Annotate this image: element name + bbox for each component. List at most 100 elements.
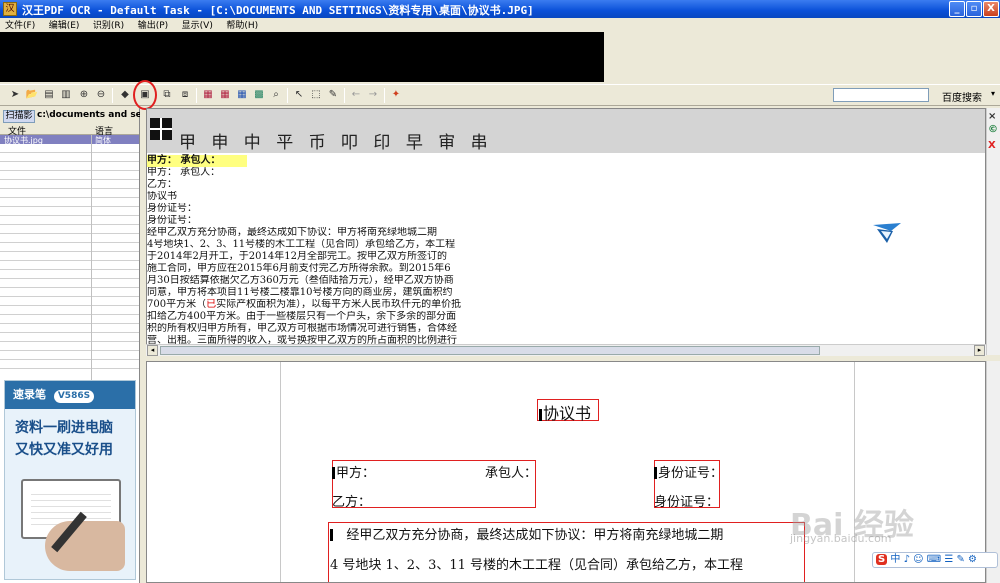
- grid-icon[interactable]: ▦: [235, 88, 249, 102]
- scroll-left-icon[interactable]: ◂: [147, 345, 158, 356]
- pen-icon[interactable]: ✎: [326, 88, 340, 102]
- column-divider: [91, 135, 92, 380]
- image-line: 甲方： 承包人：: [147, 167, 221, 178]
- doc-party-a: 甲方：: [332, 462, 375, 481]
- paste-icon[interactable]: ⧈: [178, 88, 192, 102]
- black-banner: [0, 32, 604, 82]
- table-row[interactable]: 协议书.jpg 简体: [0, 135, 139, 145]
- zoom-select-icon[interactable]: ⌕: [269, 88, 283, 102]
- bird-logo-icon: [873, 223, 901, 243]
- highlighted-line: 甲方： 承包人：: [147, 155, 247, 167]
- minimize-button[interactable]: _: [949, 1, 965, 17]
- highlight-circle: [133, 80, 157, 110]
- image-text: 甲方： 承包人： 甲方： 承包人： 乙方： 协议书 身份证号： 身份证号： 经甲…: [147, 155, 507, 347]
- side-red-x-icon[interactable]: X: [988, 140, 996, 151]
- red-character: 已: [206, 299, 217, 310]
- image-line: 4号地块1、2、3、11号楼的木工工程（见合同）承包给乙方，本工程: [147, 239, 456, 250]
- toolbar-separator: [344, 88, 345, 103]
- toolbar-separator: [287, 88, 288, 103]
- menu-file[interactable]: 文件(F): [0, 19, 40, 33]
- image-line: 扣给乙方400平方米。由于一些楼层只有一个户头，余下多余的部分面: [147, 311, 457, 322]
- restore-button[interactable]: ▫: [966, 1, 982, 17]
- zoom-in-icon[interactable]: ⊕: [77, 88, 91, 102]
- close-button[interactable]: X: [983, 1, 999, 17]
- ad-model: V586S: [53, 390, 95, 403]
- title-bar: 汉 汉王PDF OCR - Default Task - [C:\DOCUMEN…: [0, 0, 1000, 18]
- toolbar-separator: [112, 88, 113, 103]
- image-view[interactable]: 甲 申 中 平 币 叩 印 早 审 串 甲方： 承包人： 甲方： 承包人： 乙方…: [146, 108, 986, 355]
- file-list-header: 文件 语言: [0, 124, 139, 137]
- image-line: 协议书: [147, 191, 177, 202]
- doc-title: 协议书: [539, 400, 591, 424]
- image-line: 经甲乙双方充分协商，最终达成如下协议：甲方将南充绿地城二期: [147, 227, 437, 238]
- menu-bar: 文件(F) 编辑(E) 识别(R) 输出(P) 显示(V) 帮助(H): [0, 18, 1000, 32]
- back-arrow-icon[interactable]: ←: [349, 88, 363, 102]
- search-input[interactable]: [833, 88, 929, 102]
- menu-edit[interactable]: 编辑(E): [44, 19, 85, 33]
- ime-toolbar[interactable]: S 中 ♪ ☺ ⌨ ☰ ✎ ⚙: [872, 552, 998, 568]
- scrollbar-thumb[interactable]: [160, 346, 820, 355]
- file-panel-tabs: 扫描影 c:\documents and setti: [0, 108, 140, 124]
- document-view[interactable]: 协议书 甲方： 承包人： 乙方： 身份证号： 身份证号： 经甲乙双方充分协商，最…: [146, 361, 986, 583]
- menu-recognize[interactable]: 识别(R): [88, 19, 129, 33]
- image-horizontal-scrollbar[interactable]: ◂ ▸: [146, 344, 986, 356]
- search-label[interactable]: 百度搜索: [942, 89, 982, 104]
- menu-view[interactable]: 显示(V): [177, 19, 218, 33]
- doc-id-1: 身份证号：: [654, 462, 723, 481]
- scan-icon[interactable]: ➤: [8, 88, 22, 102]
- baidu-watermark-url: jingyan.baidu.com: [790, 532, 892, 545]
- page-next-icon[interactable]: ▥: [59, 88, 73, 102]
- toolbar-separator: [384, 88, 385, 103]
- grid-logo-icon: [150, 118, 172, 140]
- image-line: 积的所有权归甲方所有，甲乙双方可根据市场情况可进行销售，合体经: [147, 323, 457, 334]
- forward-arrow-icon[interactable]: →: [366, 88, 380, 102]
- file-list-grid: [0, 144, 139, 376]
- window-title: 汉王PDF OCR - Default Task - [C:\DOCUMENTS…: [22, 4, 534, 17]
- menu-output[interactable]: 输出(P): [133, 19, 173, 33]
- ime-icons[interactable]: 中 ♪ ☺ ⌨ ☰ ✎ ⚙: [890, 554, 977, 565]
- select-region-icon[interactable]: ⬚: [309, 88, 323, 102]
- search-dropdown-icon[interactable]: ▾: [991, 89, 995, 98]
- picture-icon[interactable]: ▩: [252, 88, 266, 102]
- page-margin-left: [280, 362, 281, 582]
- image-line: 月30日按结算依据欠乙方360万元（叁佰陆拾万元），经甲乙双方协商: [147, 275, 454, 286]
- side-green-icon[interactable]: ©: [988, 124, 998, 135]
- page-prev-icon[interactable]: ▤: [42, 88, 56, 102]
- sogou-icon[interactable]: S: [876, 554, 888, 565]
- side-close-icon[interactable]: ×: [988, 111, 996, 122]
- ad-slogan-2: 又快又准又好用: [15, 442, 113, 458]
- zoom-out-icon[interactable]: ⊖: [94, 88, 108, 102]
- doc-id-2: 身份证号：: [654, 495, 720, 510]
- layout-icon[interactable]: ▦: [201, 88, 215, 102]
- pointer-icon[interactable]: ↖: [292, 88, 306, 102]
- eraser-icon[interactable]: ◆: [118, 88, 132, 102]
- file-name: 协议书.jpg: [4, 136, 43, 145]
- tab-scan[interactable]: 扫描影: [3, 110, 35, 123]
- doc-party-b: 乙方：: [332, 495, 372, 510]
- copy-icon[interactable]: ⧉: [160, 88, 174, 102]
- app-icon: 汉: [3, 2, 17, 16]
- image-line: 施工合同，甲方应在2015年6月前支付完乙方所得余款。到2015年6: [147, 263, 451, 274]
- folder-path: c:\documents and setti: [37, 110, 140, 120]
- image-line: 身份证号：: [147, 215, 197, 226]
- image-line: 于2014年2月开工，于2014年12月全部完工。按甲乙双方所签订的: [147, 251, 447, 262]
- color-wheel-icon[interactable]: ✦: [389, 88, 403, 102]
- scroll-right-icon[interactable]: ▸: [974, 345, 985, 356]
- ad-slogan-1: 资料一刷进电脑: [15, 420, 113, 436]
- image-header: 甲 申 中 平 币 叩 印 早 审 串: [147, 109, 985, 153]
- document-vertical-scrollbar[interactable]: [986, 361, 1000, 583]
- banner-right: [604, 32, 1000, 82]
- image-line: 700平方米（已实际产权面积为准），以每平方米人民币玖仟元的单价抵: [147, 299, 462, 310]
- table-icon[interactable]: ▦: [218, 88, 232, 102]
- open-folder-icon[interactable]: 📂: [25, 88, 39, 102]
- toolbar-separator: [196, 88, 197, 103]
- ad-header: 速录笔 V586S: [5, 381, 135, 409]
- image-line: 身份证号：: [147, 203, 197, 214]
- image-line: 同意，甲方将本项目11号楼二楼靠10号楼方向的商业房，建筑面积约: [147, 287, 453, 298]
- page-margin-right: [854, 362, 855, 582]
- advertisement[interactable]: 速录笔 V586S 资料一刷进电脑 又快又准又好用: [4, 380, 136, 580]
- menu-help[interactable]: 帮助(H): [221, 19, 263, 33]
- doc-contractor: 承包人：: [485, 466, 538, 481]
- image-line: 乙方：: [147, 179, 177, 190]
- doc-paragraph-2: 4 号地块 1、2、3、11 号楼的木工工程（见合同）承包给乙方，本工程: [330, 558, 744, 573]
